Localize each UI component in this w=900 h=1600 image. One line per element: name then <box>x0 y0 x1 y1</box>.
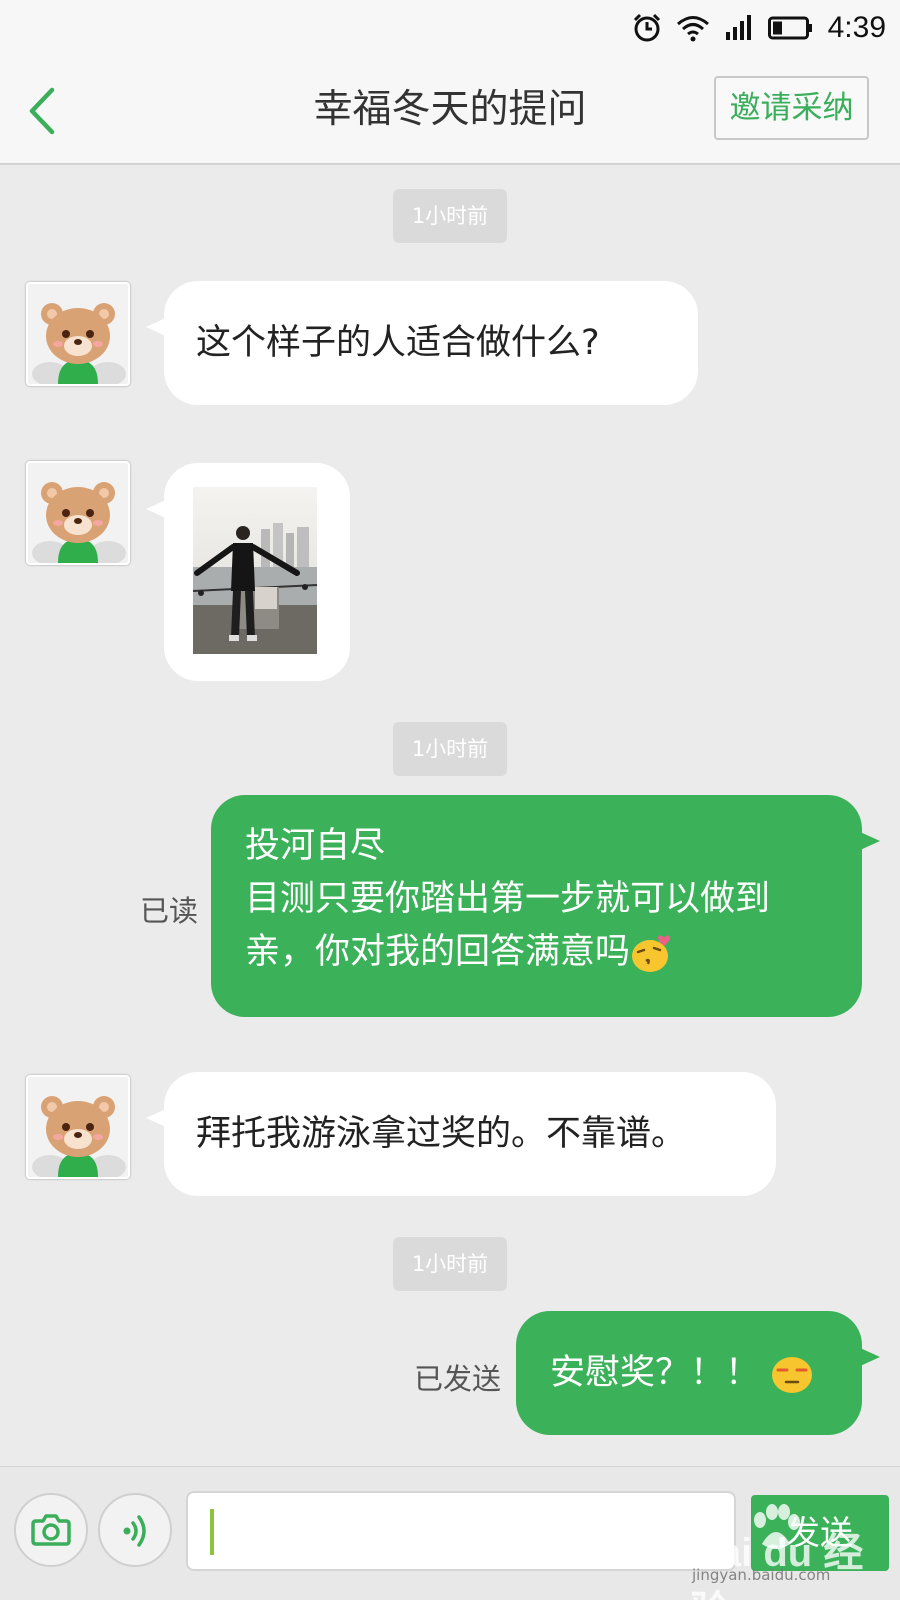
message-text: 拜托我游泳拿过奖的。不靠谱。 <box>196 1114 687 1154</box>
avatar[interactable] <box>26 461 130 565</box>
bubble-tail <box>146 499 168 519</box>
read-status: 已读 <box>140 894 199 928</box>
message-input[interactable] <box>186 1491 736 1571</box>
message-line-with-emoji: 亲，你对我的回答满意吗 <box>245 926 828 979</box>
kiss-emoji-icon <box>632 935 670 972</box>
bubble-tail <box>146 317 168 337</box>
message-timestamp: 1小时前 <box>393 1237 507 1291</box>
message-text: 这个样子的人适合做什么? <box>196 323 600 363</box>
voice-button[interactable] <box>98 1493 172 1567</box>
bubble-tail <box>858 1347 880 1367</box>
camera-button[interactable] <box>14 1493 88 1567</box>
message-line: 亲，你对我的回答满意吗 <box>245 932 631 972</box>
avatar[interactable] <box>26 1075 130 1179</box>
avatar[interactable] <box>26 282 130 386</box>
message-line: 投河自尽 <box>245 826 386 866</box>
message-line: 目测只要你踏出第一步就可以做到 <box>245 879 771 919</box>
voice-icon <box>123 1515 146 1547</box>
input-bar: 发送 <box>0 1466 900 1600</box>
wifi-icon <box>676 16 709 42</box>
signal-icon <box>725 15 751 40</box>
chat-title: 幸福冬天的提问 <box>313 87 587 132</box>
bear-avatar-icon <box>32 482 126 563</box>
message-bubble-received[interactable]: 拜托我游泳拿过奖的。不靠谱。 <box>146 1072 776 1196</box>
photo-thumbnail <box>193 487 317 654</box>
sent-status: 已发送 <box>414 1362 502 1396</box>
battery-icon <box>767 16 812 40</box>
invite-accept-button[interactable]: 邀请采纳 <box>714 76 869 140</box>
message-bubble-sent[interactable]: 安慰奖？！！ <box>516 1311 880 1435</box>
chat-header: 幸福冬天的提问 邀请采纳 <box>0 56 900 165</box>
camera-icon <box>31 1514 71 1546</box>
back-arrow-icon[interactable] <box>22 82 62 140</box>
bear-avatar-icon <box>32 1096 126 1177</box>
status-icons: 4:39 <box>632 10 886 46</box>
message-bubble-sent[interactable]: 投河自尽 目测只要你踏出第一步就可以做到 亲，你对我的回答满意吗 <box>211 795 880 1017</box>
unamused-emoji-icon <box>772 1357 813 1393</box>
bear-avatar-icon <box>32 303 126 384</box>
message-bubble-received[interactable]: 这个样子的人适合做什么? <box>146 281 698 405</box>
bubble-tail <box>858 831 880 851</box>
message-text: 安慰奖？！！ <box>550 1353 761 1393</box>
alarm-icon <box>633 13 660 42</box>
bubble-tail <box>146 1108 168 1128</box>
message-timestamp: 1小时前 <box>393 189 507 243</box>
text-cursor <box>210 1509 214 1555</box>
message-timestamp: 1小时前 <box>393 722 507 776</box>
status-bar: 4:39 <box>0 0 900 56</box>
status-time: 4:39 <box>827 11 886 44</box>
send-button[interactable]: 发送 <box>751 1495 889 1571</box>
message-photo[interactable] <box>193 487 317 654</box>
